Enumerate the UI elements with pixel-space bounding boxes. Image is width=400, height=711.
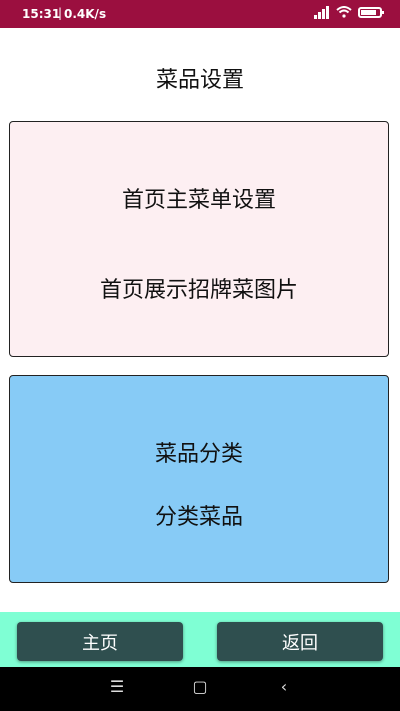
home-signature-dish-images-item[interactable]: 首页展示招牌菜图片: [10, 272, 388, 304]
back-button[interactable]: 返回: [217, 622, 383, 661]
wifi-icon: [336, 6, 352, 18]
bottom-bar: 主页 返回: [0, 612, 400, 667]
network-speed: 0.4K/s: [64, 7, 107, 21]
main-menu-settings-card: 首页主菜单设置 首页展示招牌菜图片: [9, 121, 389, 357]
system-nav-bar: ☰ ▢ ‹: [0, 667, 400, 711]
page-title: 菜品设置: [155, 68, 244, 93]
home-button[interactable]: 主页: [17, 622, 183, 661]
battery-icon: [358, 6, 384, 18]
dish-category-item[interactable]: 菜品分类: [10, 436, 388, 468]
status-bar: 15:31 | 0.4K/s: [0, 0, 400, 28]
menu-icon[interactable]: ☰: [102, 677, 132, 696]
dish-category-card: 菜品分类 分类菜品: [9, 375, 389, 583]
status-time: 15:31: [22, 7, 61, 21]
status-icons: [314, 5, 384, 19]
status-separator: |: [58, 6, 63, 20]
signal-icon: [314, 5, 330, 19]
battery-level: [361, 9, 377, 15]
category-dishes-item[interactable]: 分类菜品: [10, 499, 388, 531]
home-main-menu-settings-item[interactable]: 首页主菜单设置: [10, 182, 388, 214]
back-nav-icon[interactable]: ‹: [269, 677, 299, 696]
home-nav-icon[interactable]: ▢: [185, 677, 215, 696]
